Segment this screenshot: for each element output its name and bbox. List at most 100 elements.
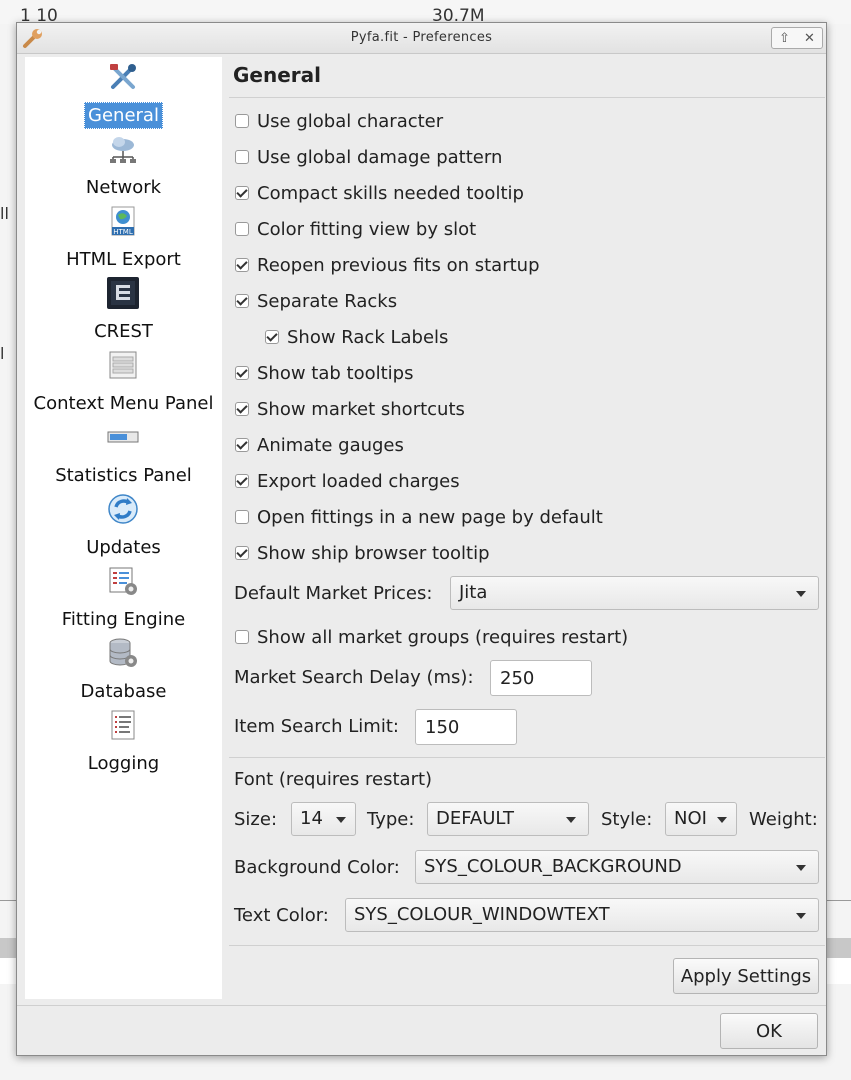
font-weight-label: Weight: xyxy=(749,809,818,830)
font-style-label: Style: xyxy=(601,809,653,830)
font-size-label: Size: xyxy=(234,809,278,830)
preferences-dialog: Pyfa.fit - Preferences ⇧ ✕ General Netwo… xyxy=(16,22,827,1056)
apply-settings-button[interactable]: Apply Settings xyxy=(673,958,819,994)
text-color-dropdown[interactable]: SYS_COLOUR_WINDOWTEXT xyxy=(345,898,819,932)
statistics-icon xyxy=(107,431,139,443)
background-mark: ll xyxy=(0,204,9,223)
section-divider xyxy=(229,757,825,758)
tools-icon xyxy=(110,64,136,89)
use-global-character-checkbox[interactable]: Use global character xyxy=(235,109,443,133)
show-rack-labels-checkbox[interactable]: Show Rack Labels xyxy=(265,325,448,349)
sidebar-item-label: Context Menu Panel xyxy=(33,393,214,414)
checkbox[interactable] xyxy=(235,402,249,416)
sidebar-item-logging[interactable]: Logging xyxy=(25,705,222,777)
color-fitting-view-checkbox[interactable]: Color fitting view by slot xyxy=(235,217,476,241)
background-app-header: 1 10 30.7M xyxy=(0,0,851,26)
chevron-down-icon xyxy=(566,817,576,823)
font-section-label: Font (requires restart) xyxy=(234,769,433,790)
market-prices-label: Default Market Prices: xyxy=(234,583,433,604)
context-menu-icon xyxy=(109,351,137,379)
database-icon xyxy=(109,638,137,667)
sidebar-item-label: Fitting Engine xyxy=(61,609,186,630)
export-loaded-charges-checkbox[interactable]: Export loaded charges xyxy=(235,469,460,493)
sidebar-item-updates[interactable]: Updates xyxy=(25,489,222,561)
background-mark: l xyxy=(0,344,5,363)
font-type-dropdown[interactable]: DEFAULT xyxy=(427,802,589,836)
show-ship-browser-tooltip-checkbox[interactable]: Show ship browser tooltip xyxy=(235,541,490,565)
checkbox[interactable] xyxy=(235,258,249,272)
sidebar-item-statistics[interactable]: Statistics Panel xyxy=(25,417,222,489)
font-size-dropdown[interactable]: 14 xyxy=(291,802,356,836)
background-color-dropdown[interactable]: SYS_COLOUR_BACKGROUND xyxy=(415,850,819,884)
sidebar-item-database[interactable]: Database xyxy=(25,633,222,705)
item-search-limit-input[interactable] xyxy=(415,709,517,745)
animate-gauges-checkbox[interactable]: Animate gauges xyxy=(235,433,404,457)
checkbox[interactable] xyxy=(235,510,249,524)
font-type-label: Type: xyxy=(367,809,415,830)
sidebar-item-label: Database xyxy=(80,681,167,702)
show-tab-tooltips-checkbox[interactable]: Show tab tooltips xyxy=(235,361,413,385)
sidebar-item-label: General xyxy=(25,102,222,129)
html-export-icon: HTML xyxy=(111,206,135,236)
checkbox[interactable] xyxy=(235,366,249,380)
checkbox[interactable] xyxy=(235,438,249,452)
sidebar-item-fitting-engine[interactable]: Fitting Engine xyxy=(25,561,222,633)
show-all-market-groups-checkbox[interactable]: Show all market groups (requires restart… xyxy=(235,625,628,649)
checkbox[interactable] xyxy=(235,186,249,200)
title-bar[interactable]: Pyfa.fit - Preferences ⇧ ✕ xyxy=(17,23,826,54)
checkbox[interactable] xyxy=(235,114,249,128)
checkbox[interactable] xyxy=(235,474,249,488)
separate-racks-checkbox[interactable]: Separate Racks xyxy=(235,289,397,313)
sidebar-item-label: Logging xyxy=(87,753,160,774)
sidebar-item-label: Statistics Panel xyxy=(55,465,192,486)
use-global-damage-pattern-checkbox[interactable]: Use global damage pattern xyxy=(235,145,502,169)
market-search-delay-input[interactable] xyxy=(490,660,592,696)
market-prices-dropdown[interactable]: Jita xyxy=(450,576,819,610)
window-controls: ⇧ ✕ xyxy=(771,27,823,49)
footer-divider xyxy=(17,1005,826,1006)
sidebar-item-network[interactable]: Network xyxy=(25,129,222,201)
heading-divider xyxy=(229,97,825,98)
text-color-label: Text Color: xyxy=(234,905,329,926)
compact-skills-tooltip-checkbox[interactable]: Compact skills needed tooltip xyxy=(235,181,524,205)
sidebar-item-html-export[interactable]: HTML HTML Export xyxy=(25,201,222,273)
show-market-shortcuts-checkbox[interactable]: Show market shortcuts xyxy=(235,397,465,421)
sidebar-item-label: HTML Export xyxy=(66,249,181,270)
window-title: Pyfa.fit - Preferences xyxy=(350,30,493,45)
chevron-down-icon xyxy=(717,817,727,823)
ok-button[interactable]: OK xyxy=(720,1013,818,1049)
checkbox[interactable] xyxy=(235,294,249,308)
chevron-down-icon xyxy=(796,865,806,871)
preferences-sidebar: General Network HTML HTML Export CREST C… xyxy=(25,57,222,999)
reopen-previous-fits-checkbox[interactable]: Reopen previous fits on startup xyxy=(235,253,540,277)
font-style-dropdown[interactable]: NOI xyxy=(665,802,737,836)
checkbox[interactable] xyxy=(235,222,249,236)
chevron-down-icon xyxy=(796,591,806,597)
checkbox[interactable] xyxy=(235,150,249,164)
sidebar-item-label: Updates xyxy=(86,537,161,558)
sidebar-item-context-menu[interactable]: Context Menu Panel xyxy=(25,345,222,417)
background-color-label: Background Color: xyxy=(234,857,400,878)
svg-text:HTML: HTML xyxy=(113,228,133,236)
logging-icon xyxy=(111,710,135,740)
sidebar-item-label: CREST xyxy=(94,321,153,342)
open-fittings-new-page-checkbox[interactable]: Open fittings in a new page by default xyxy=(235,505,603,529)
network-icon xyxy=(110,137,136,163)
checkbox[interactable] xyxy=(265,330,279,344)
chevron-down-icon xyxy=(336,817,346,823)
close-icon[interactable]: ✕ xyxy=(804,31,815,46)
checkbox[interactable] xyxy=(235,546,249,560)
section-divider xyxy=(229,945,825,946)
sidebar-item-label: Network xyxy=(85,177,162,198)
updates-icon xyxy=(108,494,138,524)
item-search-limit-label: Item Search Limit: xyxy=(234,716,399,737)
chevron-down-icon xyxy=(796,913,806,919)
sidebar-item-crest[interactable]: CREST xyxy=(25,273,222,345)
page-title: General xyxy=(233,63,321,87)
up-arrow-icon[interactable]: ⇧ xyxy=(779,31,790,46)
fitting-engine-icon xyxy=(109,567,137,595)
general-settings-panel: General Use global character Use global … xyxy=(229,57,825,999)
market-search-delay-label: Market Search Delay (ms): xyxy=(234,667,474,688)
checkbox[interactable] xyxy=(235,630,249,644)
sidebar-item-general[interactable]: General xyxy=(25,57,222,129)
